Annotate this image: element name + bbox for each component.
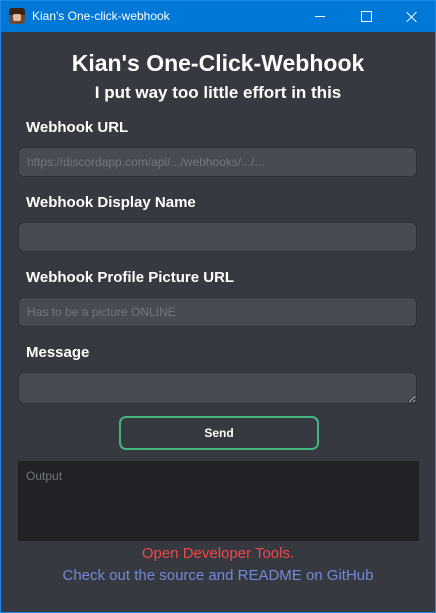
- maximize-button[interactable]: [343, 1, 389, 32]
- avatar-url-label: Webhook Profile Picture URL: [26, 269, 235, 286]
- message-input[interactable]: [18, 372, 417, 404]
- display-name-input[interactable]: [18, 222, 417, 252]
- avatar-url-input[interactable]: [18, 297, 417, 327]
- close-icon: [406, 11, 418, 23]
- message-label: Message: [26, 344, 90, 361]
- maximize-icon: [360, 11, 372, 22]
- display-name-label: Webhook Display Name: [26, 194, 196, 211]
- main-content: Kian's One-Click-Webhook I put way too l…: [1, 32, 435, 612]
- close-button[interactable]: [389, 1, 435, 32]
- title-bar[interactable]: Kian's One-click-webhook: [1, 1, 435, 32]
- minimize-icon: [315, 16, 325, 17]
- open-devtools-link[interactable]: Open Developer Tools.: [1, 545, 435, 562]
- app-avatar-icon: [9, 8, 25, 24]
- send-button[interactable]: Send: [119, 416, 319, 450]
- webhook-url-label: Webhook URL: [26, 119, 129, 136]
- output-box[interactable]: [18, 461, 419, 541]
- minimize-button[interactable]: [297, 1, 343, 32]
- page-subtitle: I put way too little effort in this: [94, 83, 342, 102]
- window-title: Kian's One-click-webhook: [32, 9, 170, 23]
- app-window: Kian's One-click-webhook Kian's One-Clic…: [0, 0, 436, 613]
- page-title: Kian's One-Click-Webhook: [71, 50, 365, 76]
- github-link[interactable]: Check out the source and README on GitHu…: [1, 567, 435, 584]
- webhook-url-input[interactable]: [18, 147, 417, 177]
